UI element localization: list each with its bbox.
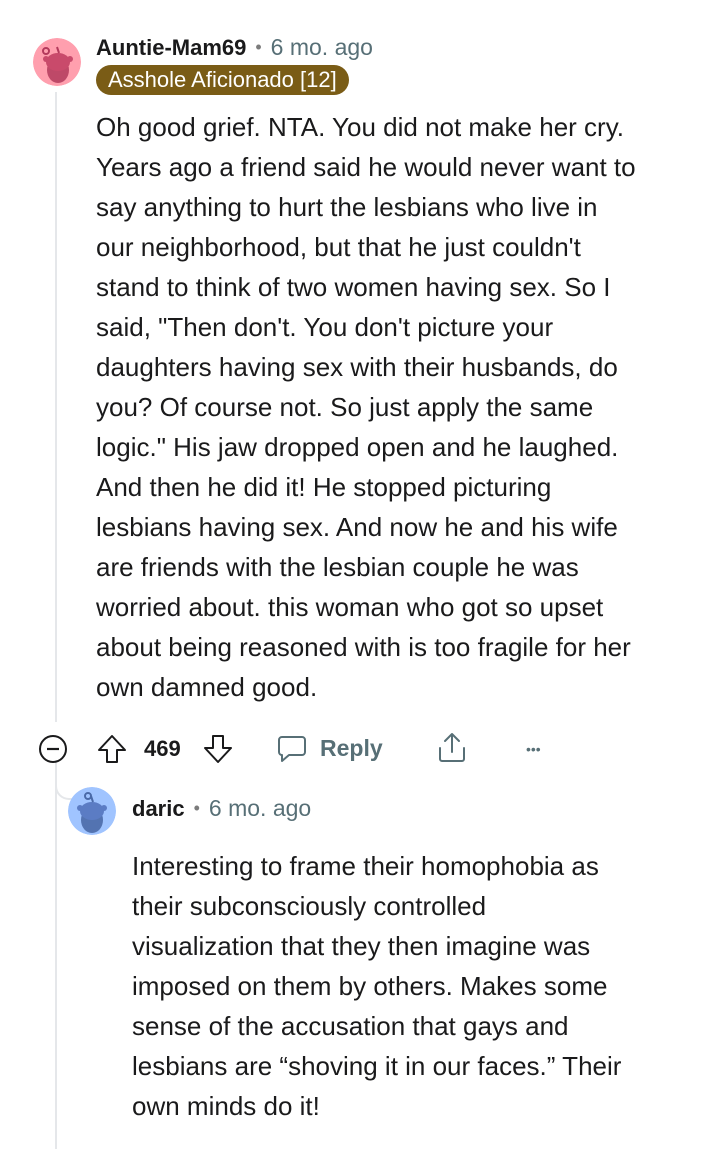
comment-age[interactable]: 6 mo. ago bbox=[271, 34, 373, 61]
vote-count: 469 bbox=[144, 734, 181, 764]
thread-line[interactable] bbox=[55, 92, 57, 722]
collapse-minus-icon bbox=[39, 735, 67, 763]
vote-count-value: 469 bbox=[144, 736, 181, 761]
snoo-avatar-pink-icon bbox=[33, 38, 81, 86]
reply-label: Reply bbox=[320, 734, 383, 761]
more-options-icon: ••• bbox=[526, 741, 541, 757]
user-avatar[interactable] bbox=[33, 38, 81, 86]
upvote-arrow-icon bbox=[98, 735, 126, 763]
downvote-button[interactable] bbox=[202, 733, 234, 765]
reply-meta-separator: • bbox=[193, 798, 200, 818]
user-flair: Asshole Aficionado [12] bbox=[96, 65, 349, 95]
comment-action-bar: 469 Reply ••• bbox=[38, 728, 658, 768]
reply-body: Interesting to frame their homophobia as… bbox=[132, 851, 622, 1121]
reply-age[interactable]: 6 mo. ago bbox=[209, 795, 311, 822]
comment-header: Auntie-Mam69 • 6 mo. ago bbox=[96, 34, 373, 61]
downvote-arrow-icon bbox=[204, 735, 232, 763]
thread-line-lower[interactable] bbox=[55, 760, 57, 1149]
reply-user-avatar[interactable] bbox=[68, 787, 116, 835]
more-options-button[interactable]: ••• bbox=[526, 734, 541, 764]
share-button[interactable] bbox=[436, 730, 468, 764]
comment-body: Oh good grief. NTA. You did not make her… bbox=[96, 112, 636, 702]
meta-separator: • bbox=[255, 37, 262, 57]
reply-button[interactable]: Reply bbox=[276, 732, 383, 764]
share-upload-icon bbox=[439, 733, 465, 762]
snoo-avatar-blue-icon bbox=[68, 787, 116, 835]
username[interactable]: Auntie-Mam69 bbox=[96, 35, 246, 61]
reply-username[interactable]: daric bbox=[132, 796, 185, 822]
reply-header: daric • 6 mo. ago bbox=[132, 795, 311, 822]
speech-bubble-icon bbox=[278, 736, 306, 762]
collapse-button[interactable] bbox=[38, 734, 68, 764]
upvote-button[interactable] bbox=[96, 733, 128, 765]
